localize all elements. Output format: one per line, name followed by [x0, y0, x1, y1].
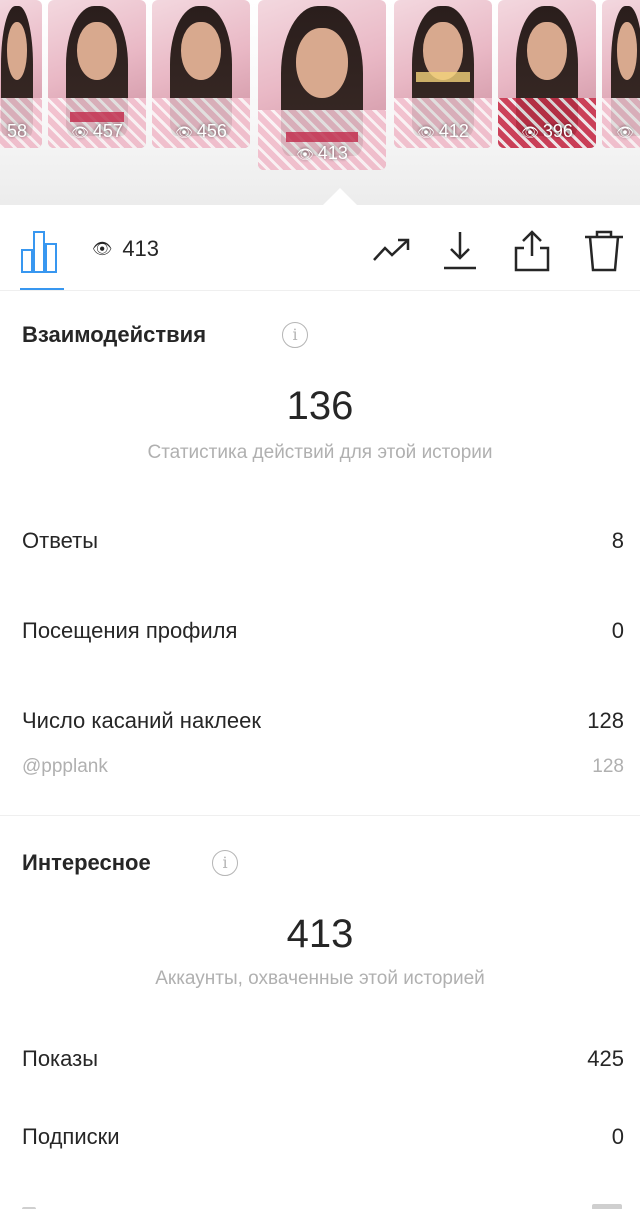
replies-value: 8 — [611, 528, 624, 553]
interactions-total: 136 — [286, 384, 354, 428]
story-sticker — [415, 72, 471, 82]
story-thumbnail[interactable]: 👁 — [602, 0, 640, 148]
trash-icon — [585, 230, 623, 272]
eye-icon: 👁 — [616, 124, 634, 140]
section-divider — [0, 815, 640, 816]
share-button[interactable] — [510, 228, 554, 272]
eye-icon: 👁 — [417, 124, 435, 140]
story-view-count: 👁 456 — [175, 121, 227, 141]
eye-icon: 👁 — [175, 124, 193, 140]
sticker-taps-label: Число касаний наклеек — [22, 708, 261, 733]
trend-icon — [373, 238, 410, 261]
story-thumbnail[interactable]: 👁 456 — [152, 0, 250, 148]
profile-visits-label: Посещения профиля — [22, 618, 238, 643]
replies-label: Ответы — [22, 528, 99, 553]
eye-icon: 👁 — [296, 146, 314, 162]
discovery-total: 413 — [286, 912, 354, 956]
share-icon — [514, 230, 550, 272]
sticker-taps-value: 128 — [587, 708, 624, 733]
info-icon[interactable]: i — [282, 322, 308, 348]
story-view-count: 👁 412 — [417, 121, 469, 141]
eye-icon: 👁 — [521, 124, 539, 140]
download-icon — [444, 232, 476, 270]
impressions-value: 425 — [587, 1046, 624, 1071]
discovery-title: Интересное — [22, 850, 151, 875]
discovery-caption: Аккаунты, охваченные этой историей — [155, 968, 485, 989]
story-view-count: 👁 — [602, 121, 640, 142]
story-toolbar: 👁 413 — [0, 206, 640, 291]
story-view-count: 58 — [6, 121, 28, 141]
delete-button[interactable] — [582, 228, 626, 272]
sticker-mention-value: 128 — [592, 756, 624, 777]
story-sticker — [286, 132, 358, 142]
story-thumbnail-selected[interactable]: 👁 413 — [258, 0, 386, 170]
stats-tab-underline — [20, 288, 64, 290]
story-thumbnail[interactable]: 👁 412 — [394, 0, 492, 148]
story-thumbnail-strip[interactable]: 58 👁 457 👁 456 👁 413 👁 412 👁 396 👁 — [0, 0, 640, 205]
info-icon[interactable]: i — [212, 850, 238, 876]
eye-icon: 👁 — [71, 124, 89, 140]
sticker-mention-label: @ppplank — [22, 756, 108, 777]
story-thumbnail[interactable]: 👁 457 — [48, 0, 146, 148]
profile-visits-value: 0 — [611, 618, 624, 643]
views-count: 👁 413 — [92, 236, 160, 261]
story-thumbnail[interactable]: 58 — [0, 0, 42, 148]
impressions-label: Показы — [22, 1046, 99, 1071]
interactions-caption: Статистика действий для этой истории — [147, 442, 493, 463]
download-button[interactable] — [438, 228, 482, 272]
story-view-count: 👁 413 — [296, 143, 348, 163]
story-view-count: 👁 396 — [521, 121, 573, 141]
partial-next-row — [22, 1200, 622, 1209]
selected-story-pointer — [322, 188, 358, 205]
story-view-count: 👁 457 — [71, 121, 123, 141]
story-thumbnail[interactable]: 👁 396 — [498, 0, 596, 148]
interactions-title: Взаимодействия — [22, 322, 207, 347]
eye-icon: 👁 — [92, 241, 113, 258]
bar-chart-icon[interactable] — [20, 226, 64, 274]
follows-value: 0 — [611, 1124, 624, 1149]
follows-label: Подписки — [22, 1124, 120, 1149]
promote-trend-button[interactable] — [370, 228, 414, 272]
